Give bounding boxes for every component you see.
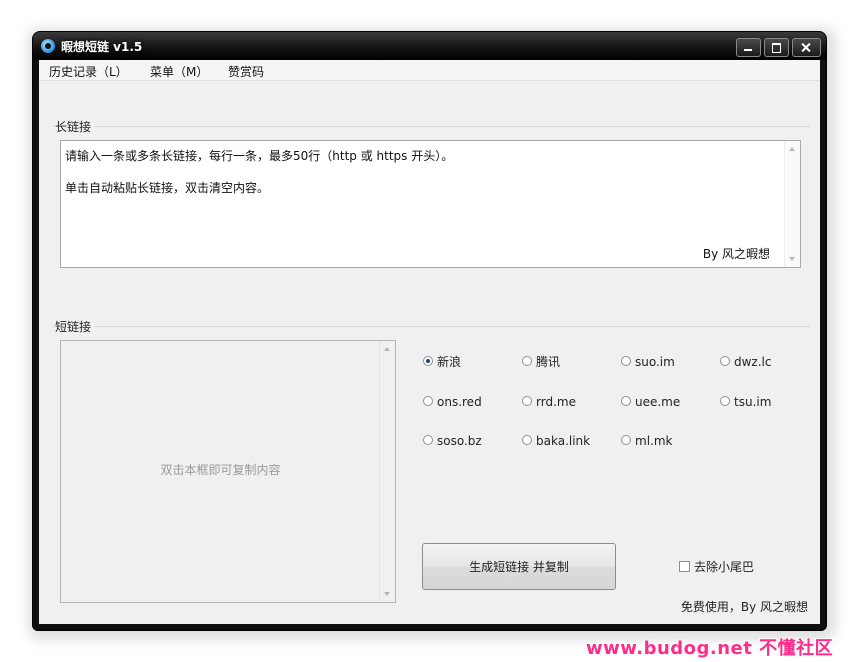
close-button[interactable] <box>792 38 821 57</box>
title-bar[interactable]: 暇想短链 v1.5 <box>33 32 826 60</box>
scroll-down-icon[interactable] <box>789 257 795 261</box>
scroll-up-icon[interactable] <box>384 347 390 351</box>
radio-suo-im[interactable]: suo.im <box>621 355 675 369</box>
long-link-hint-line1: 请输入一条或多条长链接，每行一条，最多50行（http 或 https 开头）。 <box>65 149 454 163</box>
maximize-button[interactable] <box>764 38 789 57</box>
short-link-scrollbar[interactable] <box>379 341 395 602</box>
app-window: 暇想短链 v1.5 历史记录（L） 菜单（M） 赞赏码 长链接 请输入一条或多条… <box>33 32 826 630</box>
menu-history[interactable]: 历史记录（L） <box>49 63 128 80</box>
status-text: 免费使用，By 风之暇想 <box>680 600 808 614</box>
short-link-placeholder: 双击本框即可复制内容 <box>160 463 281 477</box>
radio-ons-red[interactable]: ons.red <box>423 395 482 409</box>
long-link-group-divider <box>53 126 810 127</box>
radio-dwz-lc[interactable]: dwz.lc <box>720 355 771 369</box>
scroll-up-icon[interactable] <box>789 147 795 151</box>
radio-uee-me[interactable]: uee.me <box>621 395 680 409</box>
radio-tsu-im[interactable]: tsu.im <box>720 395 771 409</box>
site-watermark: www.budog.net 不懂社区 <box>586 638 834 659</box>
menu-bar: 历史记录（L） 菜单（M） 赞赏码 <box>39 60 820 81</box>
radio-rrd-me[interactable]: rrd.me <box>522 395 576 409</box>
window-title: 暇想短链 v1.5 <box>61 40 143 54</box>
long-link-hint-line2: 单击自动粘贴长链接，双击清空内容。 <box>65 181 270 195</box>
radio-tencent[interactable]: 腾讯 <box>522 355 560 369</box>
minimize-button[interactable] <box>736 38 761 57</box>
menu-main[interactable]: 菜单（M） <box>150 63 208 80</box>
radio-soso-bz[interactable]: soso.bz <box>423 434 482 448</box>
radio-baka-link[interactable]: baka.link <box>522 434 590 448</box>
radio-ml-mk[interactable]: ml.mk <box>621 434 672 448</box>
long-link-group-label: 长链接 <box>55 118 96 135</box>
remove-tail-checkbox[interactable]: 去除小尾巴 <box>679 560 754 574</box>
scroll-down-icon[interactable] <box>384 592 390 596</box>
app-logo-icon <box>41 39 55 53</box>
long-link-input[interactable]: 请输入一条或多条长链接，每行一条，最多50行（http 或 https 开头）。… <box>60 140 801 268</box>
long-link-scrollbar[interactable] <box>784 141 800 267</box>
long-link-author: By 风之暇想 <box>702 247 770 261</box>
short-link-group-label: 短链接 <box>55 318 96 335</box>
short-link-output[interactable]: 双击本框即可复制内容 <box>60 340 396 603</box>
radio-sina[interactable]: 新浪 <box>423 355 461 369</box>
client-area: 历史记录（L） 菜单（M） 赞赏码 长链接 请输入一条或多条长链接，每行一条，最… <box>39 60 820 624</box>
menu-donate[interactable]: 赞赏码 <box>228 63 264 80</box>
short-link-group-divider <box>53 326 810 327</box>
generate-short-link-button[interactable]: 生成短链接 并复制 <box>422 543 616 590</box>
